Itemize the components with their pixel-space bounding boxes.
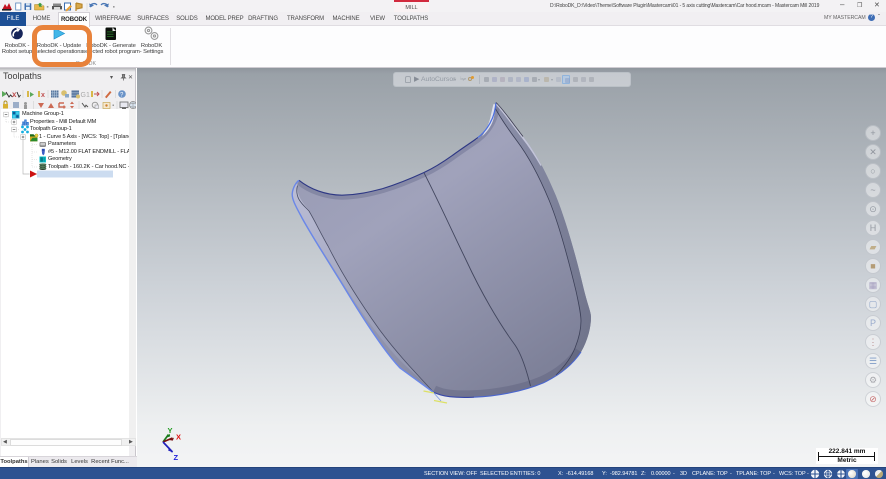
svg-text:Y: Y xyxy=(168,426,173,435)
svg-text:Z: Z xyxy=(174,453,179,462)
svg-text:X: X xyxy=(176,433,181,442)
